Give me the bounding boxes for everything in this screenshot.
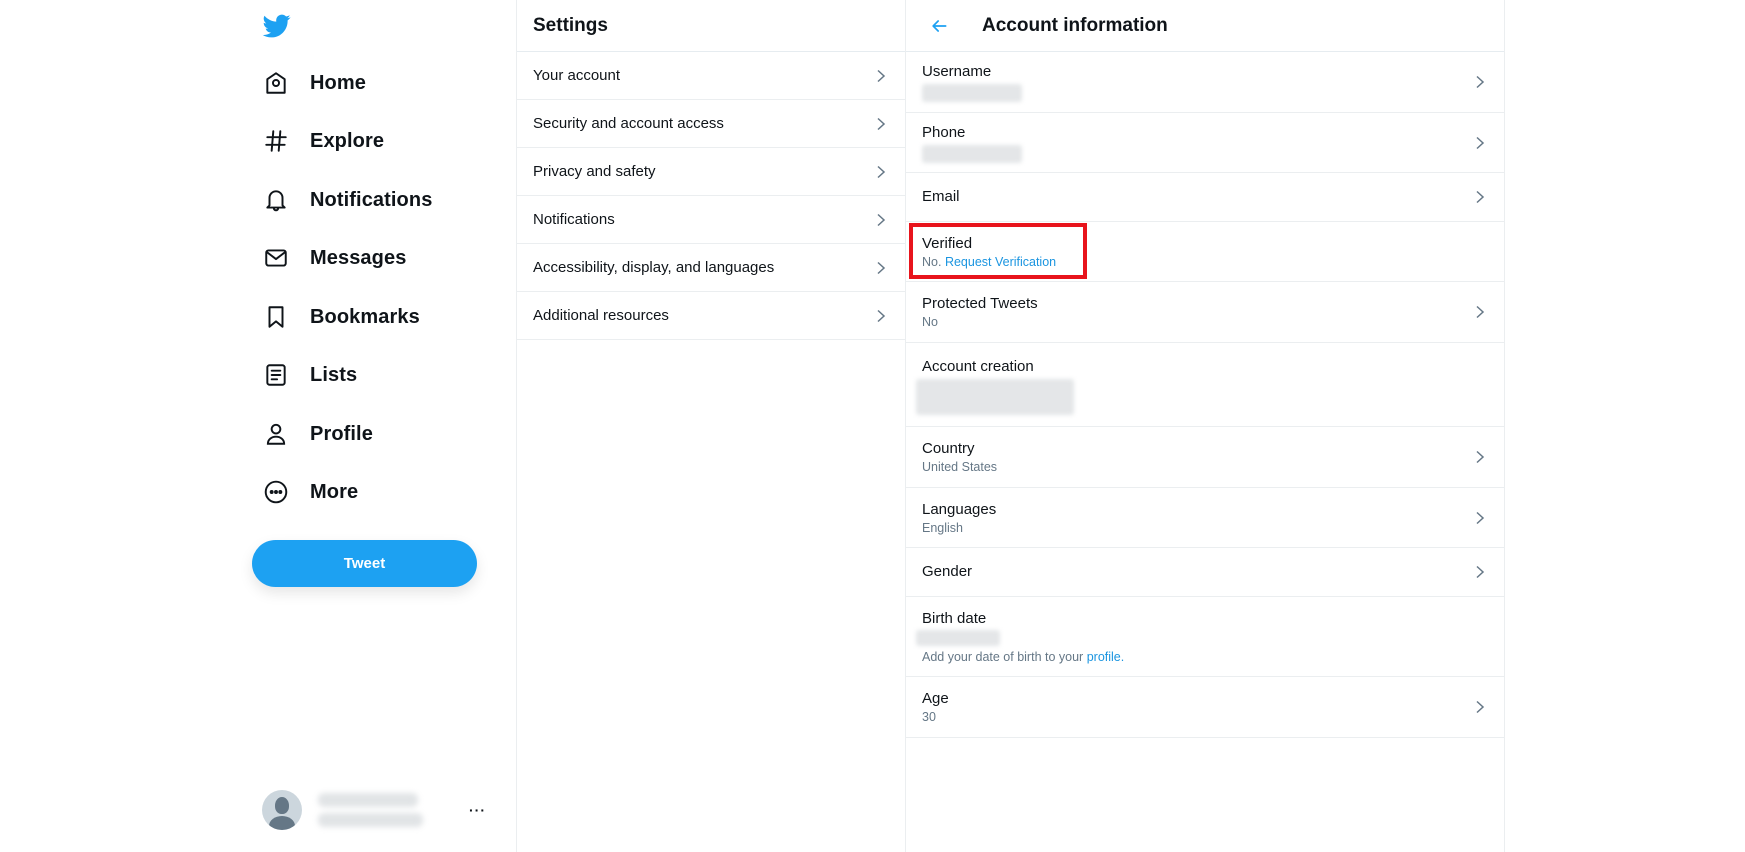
nav-messages[interactable]: Messages: [262, 236, 406, 280]
verified-status: No.: [922, 254, 942, 269]
nav-lists-label: Lists: [310, 363, 358, 386]
row-account-creation: Account creation: [906, 343, 1504, 427]
redacted-phone-value: [922, 144, 1022, 163]
settings-item-privacy[interactable]: Privacy and safety: [517, 148, 905, 196]
username-label: Username: [922, 63, 992, 80]
account-more-icon[interactable]: ···: [469, 802, 486, 818]
twitter-logo-icon[interactable]: [262, 12, 292, 40]
gender-label: Gender: [922, 563, 973, 580]
protected-tweets-label: Protected Tweets: [922, 295, 1038, 312]
age-value: 30: [922, 710, 936, 724]
bell-icon: [262, 186, 290, 214]
settings-item-your-account[interactable]: Your account: [517, 52, 905, 100]
redacted-account-name: [318, 790, 423, 830]
settings-item-label: Security and account access: [533, 115, 724, 132]
settings-item-label: Additional resources: [533, 307, 669, 324]
settings-item-label: Your account: [533, 67, 621, 84]
primary-sidebar: Home Explore Notifications Messages Book…: [0, 0, 516, 852]
nav-bookmarks-label: Bookmarks: [310, 305, 420, 328]
back-arrow-icon[interactable]: [926, 13, 952, 39]
chevron-right-icon: [873, 260, 889, 276]
country-value: United States: [922, 460, 998, 474]
chevron-right-icon: [1472, 135, 1488, 151]
row-username[interactable]: Username: [906, 52, 1504, 113]
languages-label: Languages: [922, 500, 997, 518]
row-country[interactable]: Country United States: [906, 427, 1504, 488]
account-information-panel: Account information Username Phone Email…: [905, 0, 1505, 852]
settings-item-label: Accessibility, display, and languages: [533, 259, 775, 276]
row-phone[interactable]: Phone: [906, 113, 1504, 173]
chevron-right-icon: [873, 212, 889, 228]
home-icon: [262, 69, 290, 97]
account-information-title: Account information: [982, 14, 1168, 36]
chevron-right-icon: [1472, 699, 1488, 715]
account-switcher[interactable]: ···: [262, 785, 492, 835]
request-verification-link[interactable]: Request Verification: [945, 255, 1056, 269]
nav-bookmarks[interactable]: Bookmarks: [262, 295, 420, 339]
row-birth-date: Birth date Add your date of birth to you…: [906, 597, 1504, 677]
profile-link[interactable]: profile: [1087, 650, 1121, 664]
birth-date-label: Birth date: [922, 609, 987, 627]
list-icon: [262, 361, 290, 389]
chevron-right-icon: [873, 308, 889, 324]
account-creation-label: Account creation: [922, 358, 1034, 375]
settings-title: Settings: [533, 14, 608, 36]
birth-date-note-period: .: [1120, 649, 1125, 664]
settings-item-label: Notifications: [533, 211, 615, 228]
bookmark-icon: [262, 303, 290, 331]
tweet-button[interactable]: Tweet: [252, 540, 477, 587]
chevron-right-icon: [873, 68, 889, 84]
nav-notifications-label: Notifications: [310, 188, 433, 211]
settings-item-label: Privacy and safety: [533, 163, 656, 180]
hashtag-icon: [262, 127, 290, 155]
nav-more[interactable]: More: [262, 470, 358, 514]
birth-date-note: Add your date of birth to your: [922, 649, 1084, 664]
envelope-icon: [262, 244, 290, 272]
country-label: Country: [922, 440, 975, 457]
chevron-right-icon: [873, 116, 889, 132]
languages-value: English: [922, 520, 963, 535]
row-email[interactable]: Email: [906, 173, 1504, 222]
email-label: Email: [922, 188, 960, 205]
settings-item-notifications[interactable]: Notifications: [517, 196, 905, 244]
row-gender[interactable]: Gender: [906, 548, 1504, 597]
chevron-right-icon: [1472, 304, 1488, 320]
settings-header: Settings: [517, 0, 905, 52]
row-languages[interactable]: Languages English: [906, 488, 1504, 548]
chevron-right-icon: [1472, 449, 1488, 465]
nav-explore-label: Explore: [310, 129, 385, 152]
person-icon: [262, 420, 290, 448]
nav-home-label: Home: [310, 71, 366, 94]
nav-notifications[interactable]: Notifications: [262, 178, 432, 222]
settings-item-security[interactable]: Security and account access: [517, 100, 905, 148]
chevron-right-icon: [1472, 510, 1488, 526]
row-verified: Verified No. Request Verification: [906, 222, 1504, 282]
chevron-right-icon: [1472, 189, 1488, 205]
row-protected-tweets[interactable]: Protected Tweets No: [906, 282, 1504, 343]
phone-label: Phone: [922, 123, 966, 141]
nav-profile[interactable]: Profile: [262, 412, 373, 456]
more-circle-icon: [262, 478, 290, 506]
verified-label: Verified: [922, 234, 973, 252]
age-label: Age: [922, 690, 949, 707]
nav-home[interactable]: Home: [262, 61, 366, 105]
settings-item-accessibility[interactable]: Accessibility, display, and languages: [517, 244, 905, 292]
chevron-right-icon: [1472, 564, 1488, 580]
row-age[interactable]: Age 30: [906, 677, 1504, 738]
settings-panel: Settings Your account Security and accou…: [516, 0, 905, 852]
redacted-username-value: [922, 84, 1022, 102]
avatar: [262, 790, 302, 830]
chevron-right-icon: [1472, 74, 1488, 90]
nav-more-label: More: [310, 480, 359, 503]
chevron-right-icon: [873, 164, 889, 180]
settings-item-additional-resources[interactable]: Additional resources: [517, 292, 905, 340]
account-information-header: Account information: [906, 0, 1504, 52]
nav-profile-label: Profile: [310, 422, 373, 445]
redacted-creation-value: [916, 379, 1074, 415]
redacted-birth-date-value: [916, 629, 1000, 646]
nav-lists[interactable]: Lists: [262, 353, 357, 397]
protected-tweets-value: No: [922, 315, 938, 329]
nav-messages-label: Messages: [310, 246, 407, 269]
nav-explore[interactable]: Explore: [262, 119, 384, 163]
